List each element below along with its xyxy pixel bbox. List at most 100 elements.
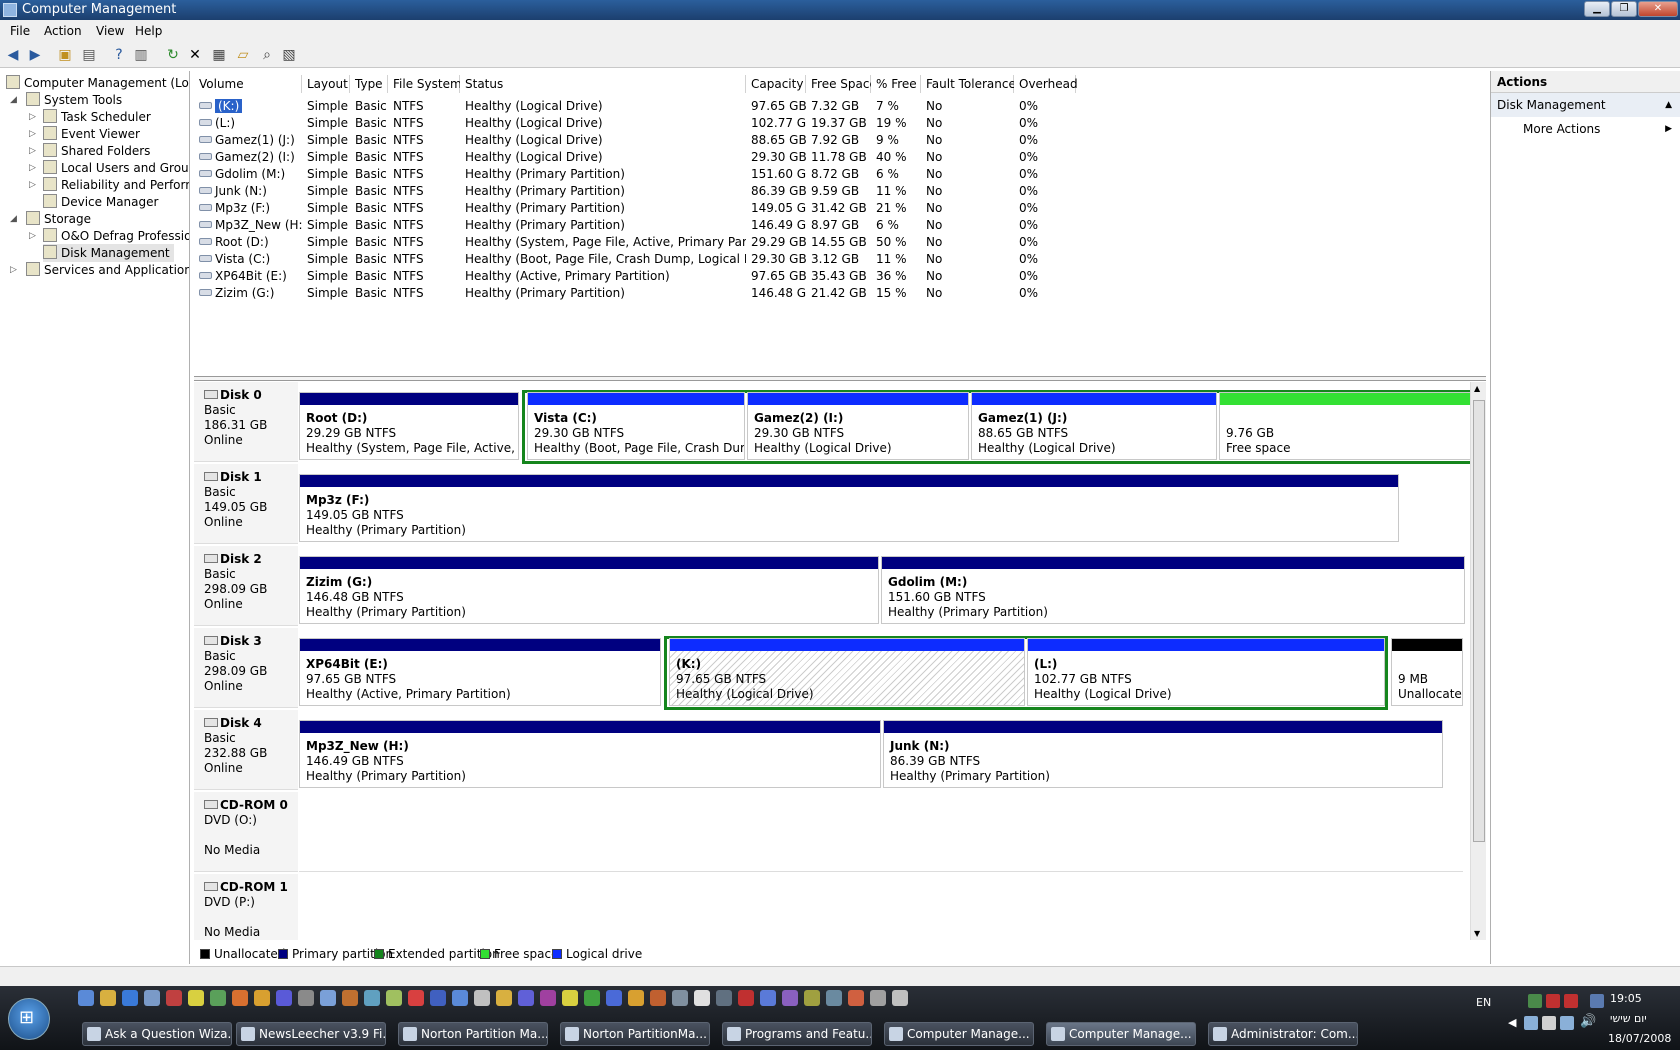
partition-root-d[interactable]: Root (D:) 29.29 GB NTFS Healthy (System, P… xyxy=(299,392,519,460)
quick-launch-icon[interactable] xyxy=(870,990,886,1006)
tree-item-root[interactable]: Computer Management (Local xyxy=(6,74,189,92)
col-file-system[interactable]: File System xyxy=(388,75,462,93)
tray-icon[interactable] xyxy=(1546,994,1560,1008)
forward-icon[interactable]: ▶ xyxy=(26,46,44,64)
expand-icon[interactable]: ▷ xyxy=(29,108,36,126)
taskbar-button-active[interactable]: Computer Manage... xyxy=(1046,1022,1196,1046)
partition-k[interactable]: (K:) 97.65 GB NTFS Healthy (Logical Drive) xyxy=(669,638,1025,706)
partition-mp3z-f[interactable]: Mp3z (F:) 149.05 GB NTFS Healthy (Primary … xyxy=(299,474,1399,542)
quick-launch-icon[interactable] xyxy=(716,990,732,1006)
tree-item-task-scheduler[interactable]: ▷ Task Scheduler xyxy=(29,108,151,126)
disk-label[interactable]: Disk 1 Basic 149.05 GB Online xyxy=(194,464,298,544)
quick-launch-icon[interactable] xyxy=(518,990,534,1006)
quick-launch-icon[interactable] xyxy=(210,990,226,1006)
expand-icon[interactable]: ▷ xyxy=(29,159,36,177)
quick-launch-icon[interactable] xyxy=(144,990,160,1006)
quick-launch-icon[interactable] xyxy=(276,990,292,1006)
volume-row[interactable]: Root (D:) Simple Basic NTFS Healthy (System,… xyxy=(194,234,1486,251)
volume-icon[interactable]: 🔊 xyxy=(1580,1014,1596,1029)
quick-launch-icon[interactable] xyxy=(848,990,864,1006)
quick-launch-icon[interactable] xyxy=(254,990,270,1006)
show-hide-action-pane-icon[interactable]: ▥ xyxy=(132,46,150,64)
col-volume[interactable]: Volume xyxy=(194,75,302,93)
disk-label[interactable]: Disk 0 Basic 186.31 GB Online xyxy=(194,382,298,462)
tray-icon[interactable] xyxy=(1528,994,1542,1008)
volume-row[interactable]: Gdolim (M:) Simple Basic NTFS Healthy (Prima… xyxy=(194,166,1486,183)
quick-launch-icon[interactable] xyxy=(738,990,754,1006)
clock-date[interactable]: 18/07/2008 xyxy=(1608,1032,1671,1045)
partition-mp3z-new-h[interactable]: Mp3Z_New (H:) 146.49 GB NTFS Healthy (Prim… xyxy=(299,720,881,788)
quick-launch-icon[interactable] xyxy=(562,990,578,1006)
cdrom-label[interactable]: CD-ROM 0 DVD (O:) No Media xyxy=(194,792,298,872)
tray-icon[interactable] xyxy=(1524,1016,1538,1030)
properties-icon[interactable]: ▦ xyxy=(210,46,228,64)
tree-item-defrag[interactable]: ▷ O&O Defrag Profession xyxy=(29,227,189,245)
col-type[interactable]: Type xyxy=(350,75,388,93)
tray-icon[interactable] xyxy=(1590,994,1604,1008)
network-icon[interactable] xyxy=(1542,1016,1556,1030)
quick-launch-icon[interactable] xyxy=(430,990,446,1006)
help-icon[interactable]: ? xyxy=(110,46,128,64)
tree-item-reliability[interactable]: ▷ Reliability and Performa xyxy=(29,176,189,194)
quick-launch-icon[interactable] xyxy=(452,990,468,1006)
tree-item-event-viewer[interactable]: ▷ Event Viewer xyxy=(29,125,140,143)
refresh-icon[interactable]: ↻ xyxy=(164,46,182,64)
quick-launch-icon[interactable] xyxy=(892,990,908,1006)
quick-launch-icon[interactable] xyxy=(804,990,820,1006)
close-button[interactable]: ✕ xyxy=(1638,1,1678,17)
volume-row[interactable]: Junk (N:) Simple Basic NTFS Healthy (Primary… xyxy=(194,183,1486,200)
start-button[interactable]: ⊞ xyxy=(8,998,50,1040)
quick-launch-icon[interactable] xyxy=(298,990,314,1006)
quick-launch-icon[interactable] xyxy=(386,990,402,1006)
menu-view[interactable]: View xyxy=(96,20,124,42)
scroll-up-icon[interactable]: ▲ xyxy=(1474,384,1480,393)
disk-view-vertical-scrollbar[interactable]: ▲ ▼ xyxy=(1470,382,1486,940)
col-capacity[interactable]: Capacity xyxy=(746,75,806,93)
quick-launch-icon[interactable] xyxy=(826,990,842,1006)
clock-day[interactable]: יום שישי xyxy=(1610,1012,1647,1025)
more-actions-item[interactable]: More Actions ▶ xyxy=(1491,117,1680,141)
expand-icon[interactable]: ▷ xyxy=(29,176,36,194)
quick-launch-icon[interactable] xyxy=(496,990,512,1006)
disk-label[interactable]: Disk 4 Basic 232.88 GB Online xyxy=(194,710,298,790)
taskbar-button[interactable]: NewsLeecher v3.9 Fi... xyxy=(236,1022,386,1046)
quick-launch-icon[interactable] xyxy=(628,990,644,1006)
collapse-up-icon[interactable]: ▲ xyxy=(1665,93,1672,117)
menu-help[interactable]: Help xyxy=(135,20,162,42)
volume-row[interactable]: Mp3Z_New (H:) Simple Basic NTFS Healthy (Pri… xyxy=(194,217,1486,234)
partition-xp64bit-e[interactable]: XP64Bit (E:) 97.65 GB NTFS Healthy (Active… xyxy=(299,638,661,706)
quick-launch-icon[interactable] xyxy=(760,990,776,1006)
volume-row[interactable]: Vista (C:) Simple Basic NTFS Healthy (Boot, … xyxy=(194,251,1486,268)
quick-launch-icon[interactable] xyxy=(232,990,248,1006)
quick-launch-icon[interactable] xyxy=(78,990,94,1006)
col-status[interactable]: Status xyxy=(460,75,746,93)
tray-icon[interactable] xyxy=(1564,994,1578,1008)
volume-row[interactable]: Gamez(2) (I:) Simple Basic NTFS Healthy (Log… xyxy=(194,149,1486,166)
tree-item-shared-folders[interactable]: ▷ Shared Folders xyxy=(29,142,150,160)
partition-zizim-g[interactable]: Zizim (G:) 146.48 GB NTFS Healthy (Primary… xyxy=(299,556,879,624)
volume-row[interactable]: (L:) Simple Basic NTFS Healthy (Logical Driv… xyxy=(194,115,1486,132)
quick-launch-icon[interactable] xyxy=(474,990,490,1006)
clock-time[interactable]: 19:05 xyxy=(1610,992,1642,1005)
taskbar-button[interactable]: Administrator: Com... xyxy=(1208,1022,1358,1046)
expand-icon[interactable]: ▷ xyxy=(29,142,36,160)
expand-icon[interactable]: ▷ xyxy=(29,125,36,143)
expand-icon[interactable]: ▷ xyxy=(29,227,36,245)
menu-action[interactable]: Action xyxy=(44,20,82,42)
partition-gdolim-m[interactable]: Gdolim (M:) 151.60 GB NTFS Healthy (Primar… xyxy=(881,556,1465,624)
actions-section-disk-management[interactable]: Disk Management ▲ xyxy=(1491,93,1680,117)
disk-label[interactable]: Disk 3 Basic 298.09 GB Online xyxy=(194,628,298,708)
unallocated-block[interactable]: 9 MB Unallocated xyxy=(1391,638,1463,706)
collapse-icon[interactable]: ◢ xyxy=(10,91,17,109)
volume-row[interactable]: XP64Bit (E:) Simple Basic NTFS Healthy (Acti… xyxy=(194,268,1486,285)
tree-item-local-users[interactable]: ▷ Local Users and Groups xyxy=(29,159,189,177)
partition-gamez2-i[interactable]: Gamez(2) (I:) 29.30 GB NTFS Healthy (Logic… xyxy=(747,392,969,460)
quick-launch-icon[interactable] xyxy=(188,990,204,1006)
tree-item-disk-management[interactable]: Disk Management xyxy=(43,244,174,262)
cdrom-label[interactable]: CD-ROM 1 DVD (P:) No Media xyxy=(194,874,298,940)
quick-launch-icon[interactable] xyxy=(606,990,622,1006)
scroll-thumb[interactable] xyxy=(1473,400,1485,842)
partition-l[interactable]: (L:) 102.77 GB NTFS Healthy (Logical Drive… xyxy=(1027,638,1385,706)
delete-icon[interactable]: ✕ xyxy=(186,46,204,64)
language-indicator[interactable]: EN xyxy=(1476,996,1491,1009)
